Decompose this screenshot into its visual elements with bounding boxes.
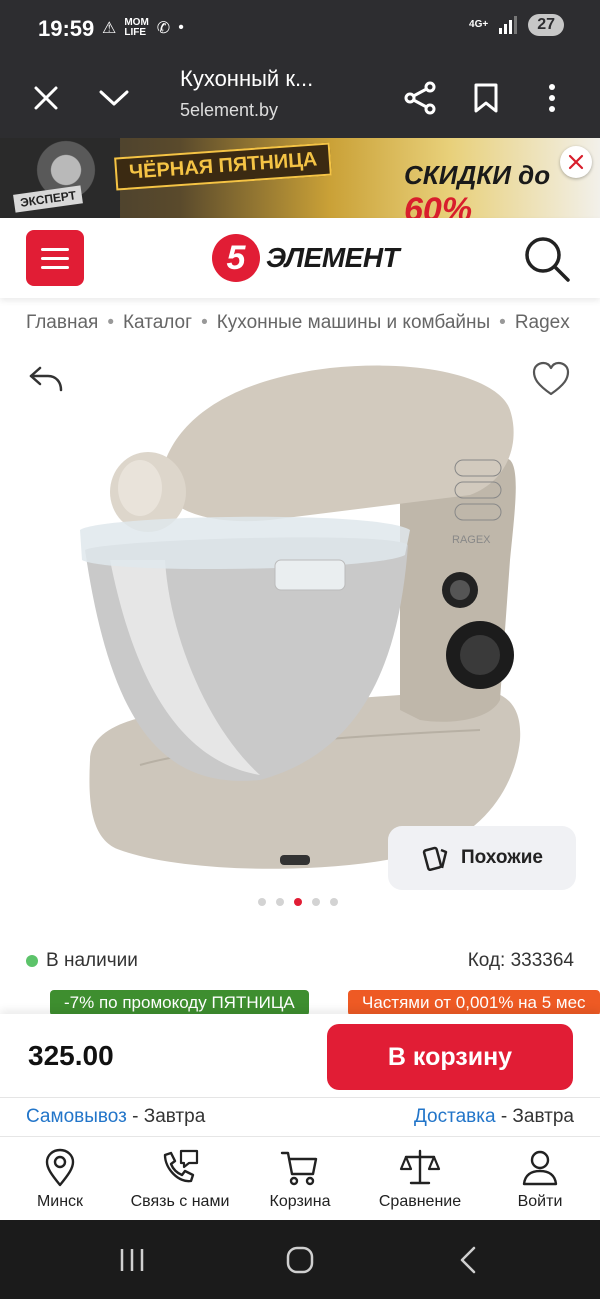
nav-item-cart[interactable]: Корзина (240, 1137, 360, 1220)
nav-item-city[interactable]: Минск (0, 1137, 120, 1220)
delivery-option: Доставка - Завтра (414, 1106, 574, 1128)
browser-page-title: Кухонный к... (180, 66, 314, 91)
browser-url[interactable]: 5element.by (180, 100, 278, 121)
pickup-when: - Завтра (126, 1106, 206, 1127)
delivery-when: - Завтра (495, 1106, 574, 1127)
status-bar: 19:59 ⚠ MOM LIFE ✆ • 4G+ 27 (0, 0, 600, 58)
pickup-option: Самовывоз - Завтра (26, 1106, 205, 1128)
breadcrumb-brand[interactable]: Ragex (515, 312, 570, 333)
nav-item-compare[interactable]: Сравнение (360, 1137, 480, 1220)
product-brand-label: RAGEX (452, 534, 491, 546)
nav-item-label: Войти (517, 1193, 563, 1210)
cards-icon (422, 846, 448, 872)
more-vertical-icon[interactable] (530, 76, 574, 120)
delivery-link[interactable]: Доставка (414, 1106, 496, 1127)
gallery-dot[interactable] (330, 898, 338, 906)
gallery-dot-active[interactable] (294, 898, 302, 906)
notification-icons: ⚠ MOM LIFE ✆ • (102, 18, 184, 38)
gallery-dot[interactable] (276, 898, 284, 906)
gallery-dot[interactable] (258, 898, 266, 906)
location-pin-icon (45, 1148, 75, 1187)
dot-icon: • (178, 19, 184, 36)
nav-item-label: Минск (36, 1193, 84, 1210)
product-code: Код: 333364 (467, 950, 574, 971)
system-navigation-bar (0, 1220, 600, 1299)
add-to-cart-button[interactable]: В корзину (327, 1024, 573, 1090)
close-icon[interactable] (24, 76, 68, 120)
search-icon[interactable] (522, 234, 572, 284)
bottom-navigation: Минск Связь с нами Корзина Сравнение Вой… (0, 1136, 600, 1220)
availability-label: В наличии (46, 950, 138, 971)
installment-badge[interactable]: Частями от 0,001% на 5 мес (348, 990, 600, 1016)
banner-close-button[interactable] (560, 146, 592, 178)
battery-badge: 27 (528, 14, 564, 36)
delivery-options: Самовывоз - Завтра Доставка - Завтра (0, 1098, 600, 1136)
banner-sale-prefix: СКИДКИ до (404, 160, 551, 190)
logo-mark: 5 (212, 234, 260, 282)
logo-text: ЭЛЕМЕНТ (266, 242, 400, 273)
product-price: 325.00 (28, 1040, 114, 1071)
site-header: 5 ЭЛЕМЕНТ (0, 218, 600, 298)
recent-apps-icon[interactable] (112, 1244, 152, 1276)
breadcrumb-home[interactable]: Главная (26, 312, 98, 333)
status-time: 19:59 (38, 16, 95, 41)
in-stock-dot-icon (26, 955, 38, 967)
banner-sale-value: 60% (404, 191, 473, 218)
back-arrow-icon[interactable] (26, 360, 66, 400)
nav-item-label: Корзина (269, 1193, 331, 1210)
mom-life-icon: MOM LIFE (124, 17, 149, 38)
buy-bar: 325.00 В корзину (0, 1014, 600, 1098)
nav-item-contact[interactable]: Связь с нами (120, 1137, 240, 1220)
promo-code-badge[interactable]: -7% по промокоду ПЯТНИЦА (50, 990, 309, 1016)
promo-banner[interactable]: ЭКСПЕРТ ЧЁРНАЯ ПЯТНИЦА СКИДКИ до 60% (0, 138, 600, 218)
user-icon (522, 1150, 558, 1186)
product-image[interactable]: RAGEX (70, 360, 530, 880)
favorite-heart-icon[interactable] (530, 358, 572, 400)
similar-products-label: Похожие (461, 847, 543, 868)
similar-products-button[interactable]: Похожие (388, 826, 576, 890)
gallery-pagination (258, 898, 338, 906)
hamburger-menu-button[interactable] (26, 230, 84, 286)
share-icon[interactable] (398, 76, 442, 120)
pickup-link[interactable]: Самовывоз (26, 1106, 127, 1127)
nav-item-label: Сравнение (378, 1193, 462, 1210)
close-icon (568, 154, 584, 170)
availability-status: В наличии (26, 950, 138, 972)
back-icon[interactable] (448, 1244, 488, 1276)
signal-icon (499, 16, 518, 34)
chevron-down-icon[interactable] (92, 76, 136, 120)
banner-headline: ЧЁРНАЯ ПЯТНИЦА (114, 142, 333, 191)
breadcrumb-catalog[interactable]: Каталог (123, 312, 192, 333)
breadcrumb: Главная • Каталог • Кухонные машины и комбай… (26, 312, 570, 333)
network-label: 4G+ (469, 19, 489, 30)
gallery-dot[interactable] (312, 898, 320, 906)
home-icon[interactable] (280, 1244, 320, 1276)
phone-chat-icon (163, 1149, 199, 1183)
nav-item-label: Связь с нами (130, 1193, 230, 1210)
viber-icon: ✆ (156, 20, 171, 37)
bookmark-icon[interactable] (464, 76, 508, 120)
cart-icon (280, 1151, 318, 1186)
site-logo[interactable]: 5 ЭЛЕМЕНТ (212, 234, 400, 282)
browser-toolbar: Кухонный к... 5element.by (0, 58, 600, 138)
warning-icon: ⚠ (102, 20, 117, 37)
breadcrumb-category[interactable]: Кухонные машины и комбайны (217, 312, 490, 333)
status-right: 4G+ 27 (469, 14, 564, 36)
nav-item-login[interactable]: Войти (480, 1137, 600, 1220)
scales-icon (399, 1149, 441, 1185)
